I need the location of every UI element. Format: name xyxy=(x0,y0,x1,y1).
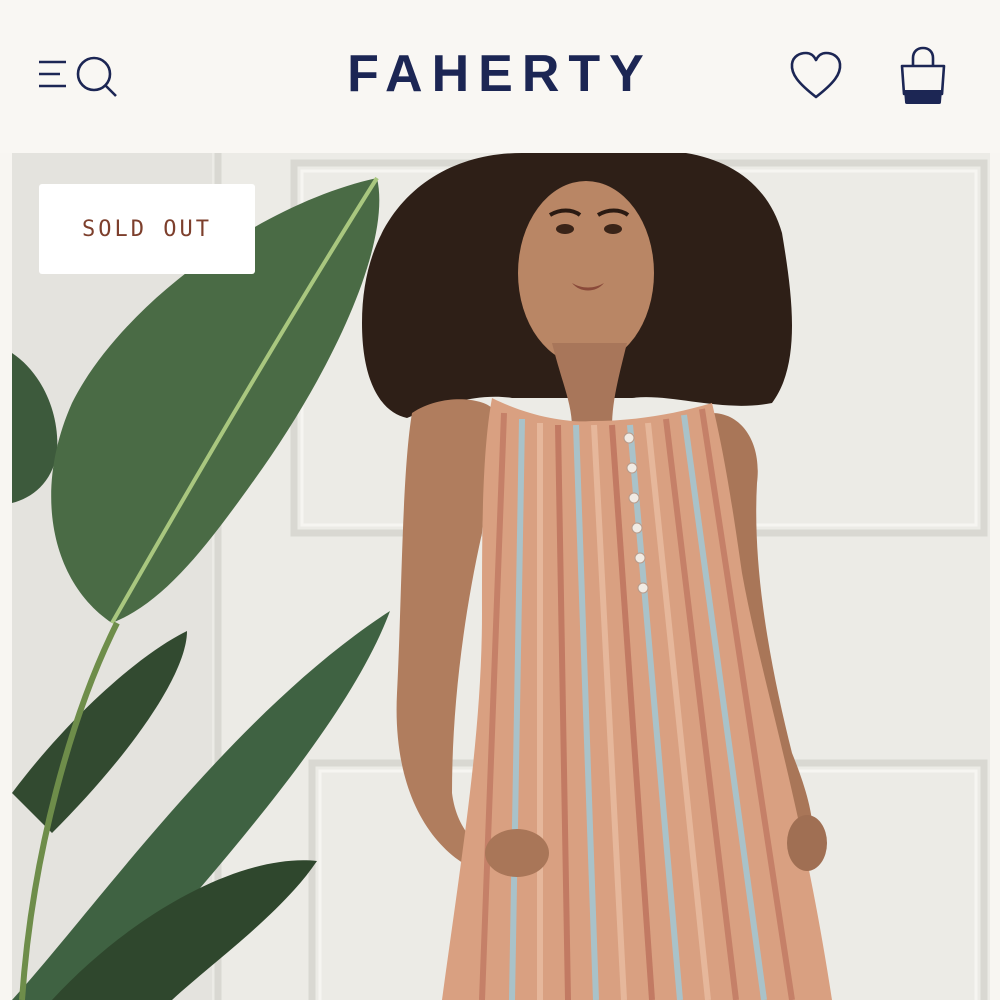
sold-out-badge: SOLD OUT xyxy=(39,184,255,274)
wishlist-button[interactable] xyxy=(788,50,844,102)
heart-icon xyxy=(790,51,842,99)
product-image[interactable] xyxy=(12,153,990,1000)
shopping-bag-icon xyxy=(900,46,946,104)
site-header: FAHERTY xyxy=(0,0,1000,153)
cart-button[interactable] xyxy=(896,46,950,106)
brand-logo[interactable]: FAHERTY xyxy=(0,44,1000,104)
